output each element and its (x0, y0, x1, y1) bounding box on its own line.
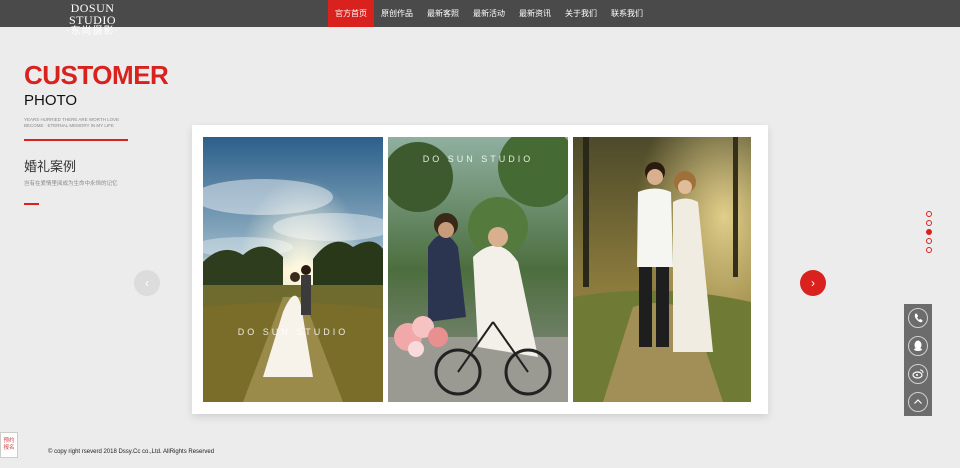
pagination-dot[interactable] (926, 247, 932, 253)
divider-line-short (24, 203, 39, 205)
pagination-dot[interactable] (926, 238, 932, 244)
site-logo[interactable]: DOSUN STUDIO ·东尚摄影· (50, 2, 135, 37)
photo-gallery: DO SUN STUDIO DO SUN STUDIO (192, 125, 768, 414)
chevron-right-icon: › (811, 276, 815, 290)
forest-couple-photo[interactable] (573, 137, 751, 402)
pagination-dot[interactable] (926, 220, 932, 226)
pagination-dot-active[interactable] (926, 229, 932, 235)
nav-item-original-works[interactable]: 原创作品 (374, 0, 420, 27)
carousel-prev-button[interactable]: ‹ (134, 270, 160, 296)
chevron-left-icon: ‹ (145, 276, 149, 290)
side-toolbar (904, 304, 932, 416)
nav-item-contact[interactable]: 联系我们 (604, 0, 650, 27)
nav-item-activities[interactable]: 最新活动 (466, 0, 512, 27)
phone-icon[interactable] (908, 308, 928, 328)
case-title: 婚礼案例 (24, 159, 77, 174)
hero-title: CUSTOMER (24, 60, 169, 90)
case-description: 岂有在爱情里阅成为生命中永恒的记忆 (24, 181, 118, 187)
weibo-icon[interactable] (908, 364, 928, 384)
hero-subtitle: PHOTO (24, 92, 78, 109)
nav-item-about[interactable]: 关于我们 (558, 0, 604, 27)
bicycle-couple-photo[interactable]: DO SUN STUDIO (388, 137, 568, 402)
nav-item-news[interactable]: 最新资讯 (512, 0, 558, 27)
nav-item-home[interactable]: 官方首页 (328, 0, 374, 27)
back-to-top-icon[interactable] (908, 392, 928, 412)
carousel-next-button[interactable]: › (800, 270, 826, 296)
appointment-button[interactable]: 预约报名 (0, 432, 18, 458)
wedding-field-photo[interactable]: DO SUN STUDIO (203, 137, 383, 402)
nav-item-customer-photos[interactable]: 最新客照 (420, 0, 466, 27)
hero-tagline: YEARS HURRIED THERE ARE WORTH LOVE BECOM… (24, 117, 120, 128)
divider-line (24, 139, 128, 141)
logo-text: DOSUN STUDIO (69, 1, 116, 27)
svg-text:DO SUN STUDIO: DO SUN STUDIO (238, 327, 349, 337)
pagination-dot[interactable] (926, 211, 932, 217)
carousel-pagination (926, 211, 934, 256)
top-navbar: DOSUN STUDIO ·东尚摄影· 官方首页 原创作品 最新客照 最新活动 … (0, 0, 960, 37)
logo-subtext: ·东尚摄影· (66, 26, 119, 37)
main-nav: 官方首页 原创作品 最新客照 最新活动 最新资讯 关于我们 联系我们 (328, 0, 650, 27)
qq-icon[interactable] (908, 336, 928, 356)
svg-text:DO SUN STUDIO: DO SUN STUDIO (423, 154, 534, 164)
footer-copyright: © copy right rseverd 2018 Dssy.Cc co.,Lt… (48, 449, 215, 455)
